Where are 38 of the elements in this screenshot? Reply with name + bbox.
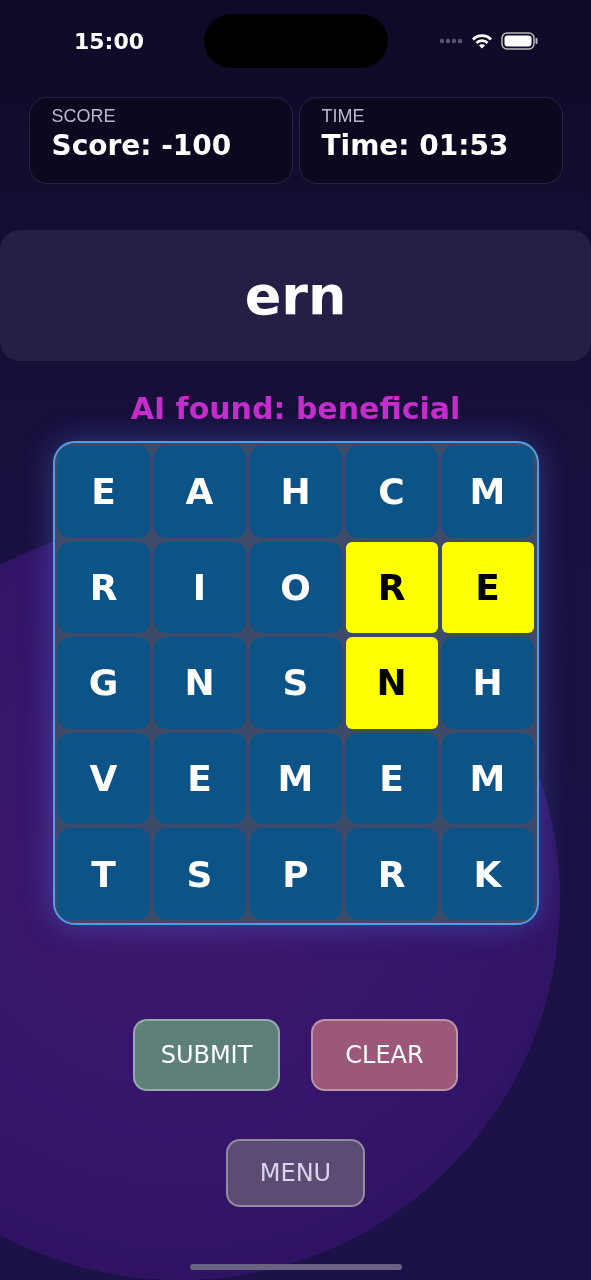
- letter-tile[interactable]: R: [57, 541, 150, 634]
- letter-tile[interactable]: N: [153, 637, 246, 729]
- letter-tile[interactable]: E: [441, 541, 534, 634]
- letter-tile[interactable]: R: [345, 828, 438, 920]
- letter-tile[interactable]: E: [57, 446, 150, 538]
- wifi-icon: [471, 33, 493, 49]
- submit-button[interactable]: SUBMIT: [133, 1019, 280, 1091]
- letter-tile[interactable]: T: [57, 828, 150, 920]
- stat-label: TIME: [321, 106, 366, 127]
- stat-value: Score: -100: [51, 129, 233, 162]
- letter-tile[interactable]: M: [441, 446, 534, 538]
- letter-tile[interactable]: O: [249, 541, 342, 634]
- current-word: ern: [244, 264, 347, 327]
- letter-tile[interactable]: E: [153, 732, 246, 825]
- ai-found-message: AI found: beneficial: [130, 391, 461, 426]
- menu-button[interactable]: MENU: [226, 1139, 365, 1207]
- letter-tile[interactable]: C: [345, 446, 438, 538]
- letter-tile[interactable]: S: [249, 637, 342, 729]
- signal-icon: [439, 38, 463, 44]
- letter-tile[interactable]: G: [57, 637, 150, 729]
- letter-tile[interactable]: P: [249, 828, 342, 920]
- letter-tile[interactable]: S: [153, 828, 246, 920]
- letter-tile[interactable]: I: [153, 541, 246, 634]
- battery-icon: [501, 32, 539, 50]
- letter-tile[interactable]: H: [441, 637, 534, 729]
- stat-value: Time: 01:53: [321, 129, 510, 162]
- status-time: 15:00: [74, 28, 145, 54]
- letter-tile[interactable]: M: [441, 732, 534, 825]
- letter-tile[interactable]: N: [345, 637, 438, 729]
- letter-tile[interactable]: R: [345, 541, 438, 634]
- letter-tile[interactable]: K: [441, 828, 534, 920]
- letter-tile[interactable]: A: [153, 446, 246, 538]
- letter-tile[interactable]: V: [57, 732, 150, 825]
- stat-label: SCORE: [51, 106, 117, 127]
- clear-button[interactable]: CLEAR: [311, 1019, 458, 1091]
- letter-tile[interactable]: E: [345, 732, 438, 825]
- letter-tile[interactable]: H: [249, 446, 342, 538]
- letter-tile[interactable]: M: [249, 732, 342, 825]
